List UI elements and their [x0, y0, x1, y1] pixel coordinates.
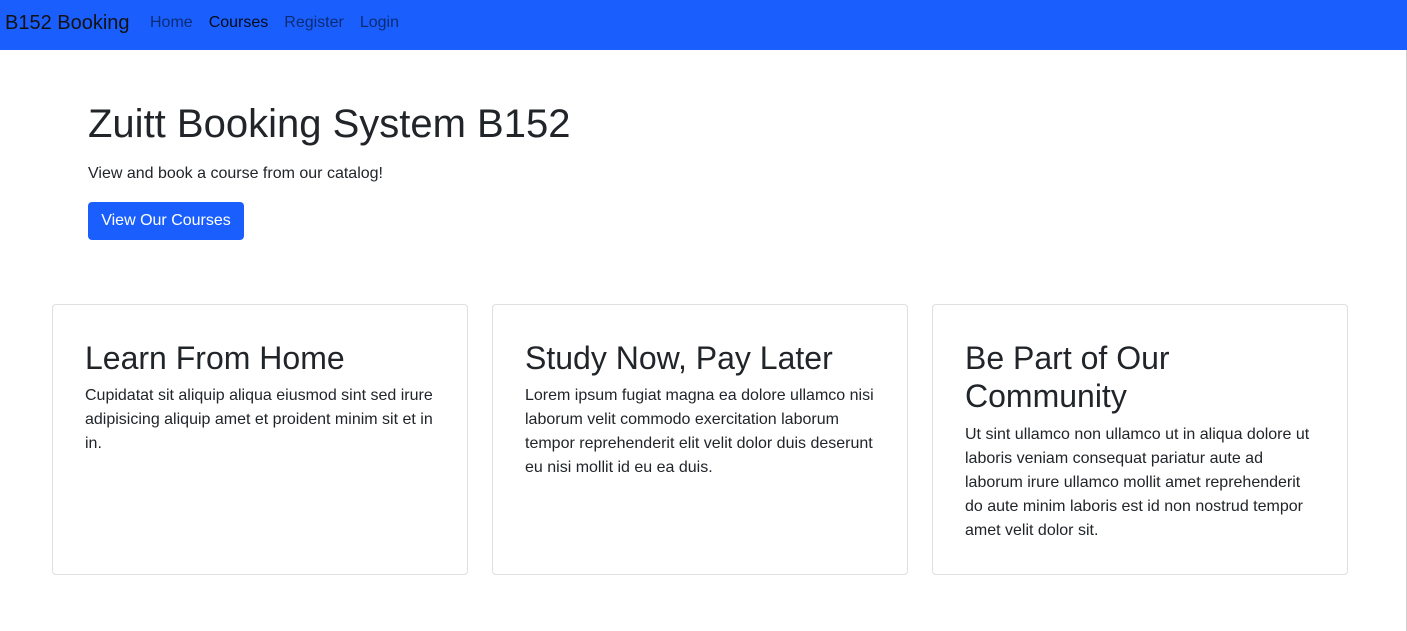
card-title: Learn From Home — [85, 340, 345, 376]
card-title: Be Part of Our Community — [965, 340, 1170, 414]
card-title: Study Now, Pay Later — [525, 340, 833, 376]
nav-link-register[interactable]: Register — [284, 13, 344, 33]
highlight-card-study-now-pay-later: Study Now, Pay Later Lorem ipsum fugiat … — [492, 304, 908, 575]
card-text: Lorem ipsum fugiat magna ea dolore ullam… — [525, 387, 874, 476]
nav-link-login[interactable]: Login — [360, 13, 399, 33]
nav-links: Home Courses Register Login — [150, 13, 415, 33]
view-courses-button[interactable]: View Our Courses — [88, 202, 244, 240]
nav-link-courses[interactable]: Courses — [209, 13, 269, 33]
highlight-card-learn-from-home: Learn From Home Cupidatat sit aliquip al… — [52, 304, 468, 575]
banner-subtitle: View and book a course from our catalog! — [88, 165, 383, 182]
top-navbar: B152 Booking Home Courses Register Login — [0, 0, 1407, 50]
card-text: Ut sint ullamco non ullamco ut in aliqua… — [965, 426, 1310, 539]
nav-link-home[interactable]: Home — [150, 13, 193, 33]
brand-link[interactable]: B152 Booking — [5, 11, 130, 35]
page-title: Zuitt Booking System B152 — [88, 102, 571, 146]
highlight-card-community: Be Part of Our Community Ut sint ullamco… — [932, 304, 1348, 575]
card-text: Cupidatat sit aliquip aliqua eiusmod sin… — [85, 387, 433, 452]
